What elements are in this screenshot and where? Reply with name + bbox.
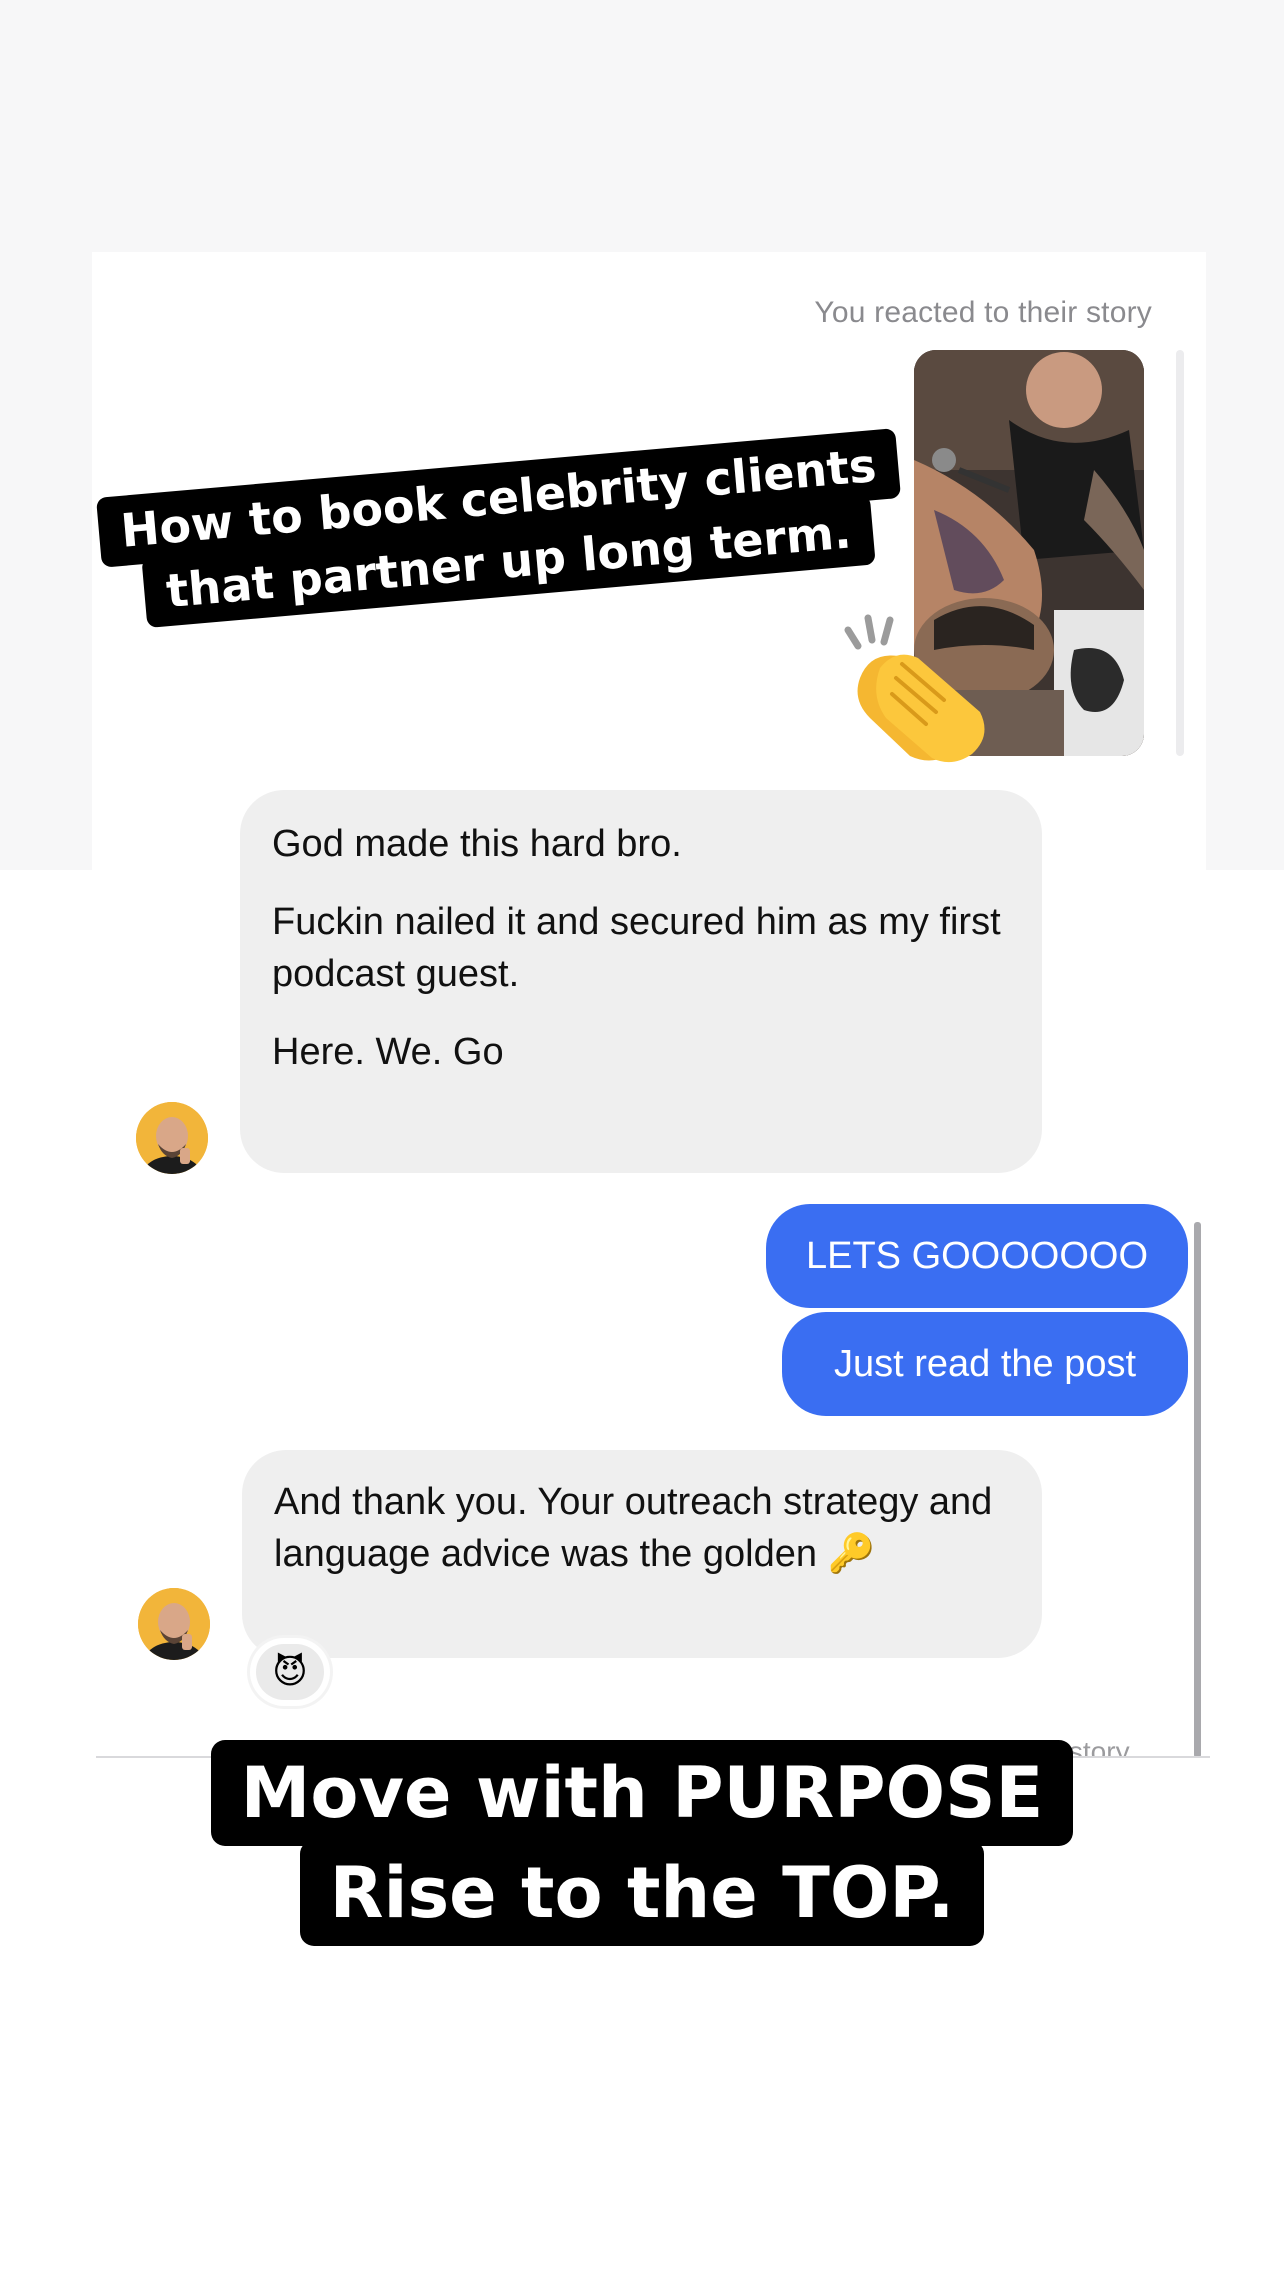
avatar[interactable] — [136, 1102, 208, 1174]
smiling-devil-emoji-icon: 😈 — [272, 1653, 308, 1691]
message-text: Just read the post — [833, 1343, 1137, 1385]
message-text: And thank you. Your outreach strategy an… — [274, 1476, 1010, 1580]
clapping-hands-emoji-icon — [844, 614, 985, 763]
person-avatar-icon — [136, 1102, 208, 1174]
thumbnail-scrollbar[interactable] — [1176, 350, 1184, 756]
tagline-line-2: Rise to the TOP. — [299, 1840, 985, 1946]
tagline-line-1: Move with PURPOSE — [210, 1740, 1074, 1846]
tagline-overlay: Move with PURPOSE Rise to the TOP. — [0, 1740, 1284, 1946]
key-emoji-icon: 🔑 — [827, 1533, 875, 1575]
message-body: And thank you. Your outreach strategy an… — [274, 1481, 993, 1575]
outgoing-message-bubble[interactable]: Just read the post — [782, 1312, 1188, 1416]
incoming-message-bubble[interactable]: God made this hard bro. Fuckin nailed it… — [240, 790, 1042, 1173]
story-canvas: You reacted to their story God made this… — [0, 0, 1284, 2282]
message-text: God made this hard bro. — [272, 823, 682, 865]
message-text: LETS GOOOOOOO — [805, 1235, 1149, 1277]
person-avatar-icon — [138, 1588, 210, 1660]
message-reaction[interactable]: 😈 — [250, 1638, 330, 1706]
incoming-message-bubble[interactable]: And thank you. Your outreach strategy an… — [242, 1450, 1042, 1658]
reaction-pill: 😈 — [256, 1644, 324, 1700]
chat-scrollbar[interactable] — [1194, 1222, 1201, 1758]
avatar[interactable] — [138, 1588, 210, 1660]
message-text: Here. We. Go — [272, 1031, 504, 1073]
story-reaction-caption: You reacted to their story — [814, 296, 1152, 329]
message-text: Fuckin nailed it and secured him as my f… — [272, 901, 1001, 995]
outgoing-message-bubble[interactable]: LETS GOOOOOOO — [766, 1204, 1188, 1308]
